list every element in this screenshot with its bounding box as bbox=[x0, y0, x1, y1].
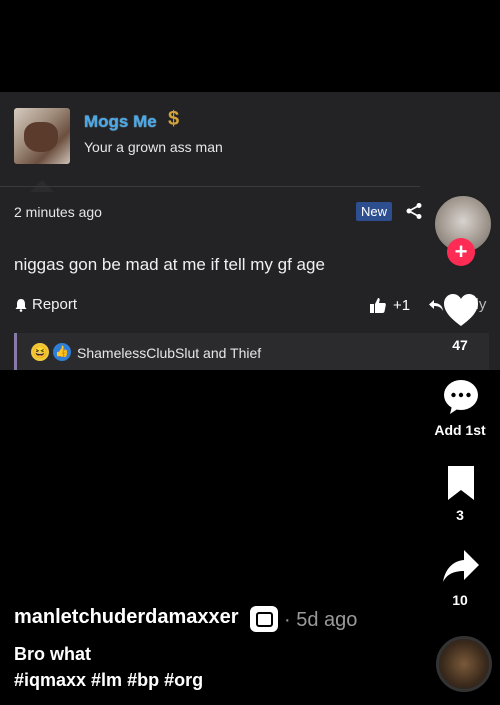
share-icon[interactable] bbox=[405, 202, 423, 220]
commenter-bio: Your a grown ass man bbox=[84, 139, 223, 155]
new-badge: New bbox=[356, 202, 393, 221]
post-caption: Bro what bbox=[14, 644, 92, 664]
comment-count-rail: Add 1st bbox=[434, 422, 486, 438]
heart-icon[interactable] bbox=[442, 292, 480, 330]
reactor-names: ShamelessClubSlut and Thief bbox=[77, 345, 262, 361]
divider bbox=[0, 186, 420, 187]
share-count-rail: 10 bbox=[452, 592, 468, 608]
comment-card bbox=[0, 92, 500, 370]
bookmark-icon[interactable] bbox=[442, 464, 480, 502]
share-arrow-icon[interactable] bbox=[442, 548, 480, 586]
comment-text: niggas gon be mad at me if tell my gf ag… bbox=[14, 255, 325, 274]
like-count-rail: 47 bbox=[452, 337, 468, 353]
follow-button[interactable]: + bbox=[447, 238, 475, 266]
thumbs-up-icon bbox=[370, 298, 386, 313]
reactors-row[interactable]: 😆 👍 ShamelessClubSlut and Thief bbox=[14, 333, 489, 370]
dollar-icon: $ bbox=[168, 108, 180, 130]
like-count: +1 bbox=[393, 296, 411, 314]
report-button[interactable]: Report bbox=[14, 296, 77, 313]
repost-badge-icon bbox=[250, 606, 278, 632]
laugh-emoji-icon: 😆 bbox=[31, 343, 49, 361]
bell-icon bbox=[15, 298, 27, 312]
post-hashtags[interactable]: #iqmaxx #lm #bp #org bbox=[14, 670, 203, 691]
music-disc-icon[interactable] bbox=[436, 636, 492, 692]
comment-icon[interactable] bbox=[442, 378, 480, 416]
like-button[interactable]: +1 bbox=[369, 296, 410, 314]
save-count-rail: 3 bbox=[456, 507, 464, 523]
post-time: · 5d ago bbox=[284, 609, 358, 631]
thumbs-up-badge-icon: 👍 bbox=[53, 343, 71, 361]
commenter-username[interactable]: Mogs Me bbox=[84, 112, 157, 132]
report-label: Report bbox=[32, 296, 78, 313]
comment-time: 2 minutes ago bbox=[14, 204, 102, 220]
commenter-avatar[interactable] bbox=[14, 108, 70, 164]
post-author[interactable]: manletchuderdamaxxer bbox=[14, 606, 239, 629]
